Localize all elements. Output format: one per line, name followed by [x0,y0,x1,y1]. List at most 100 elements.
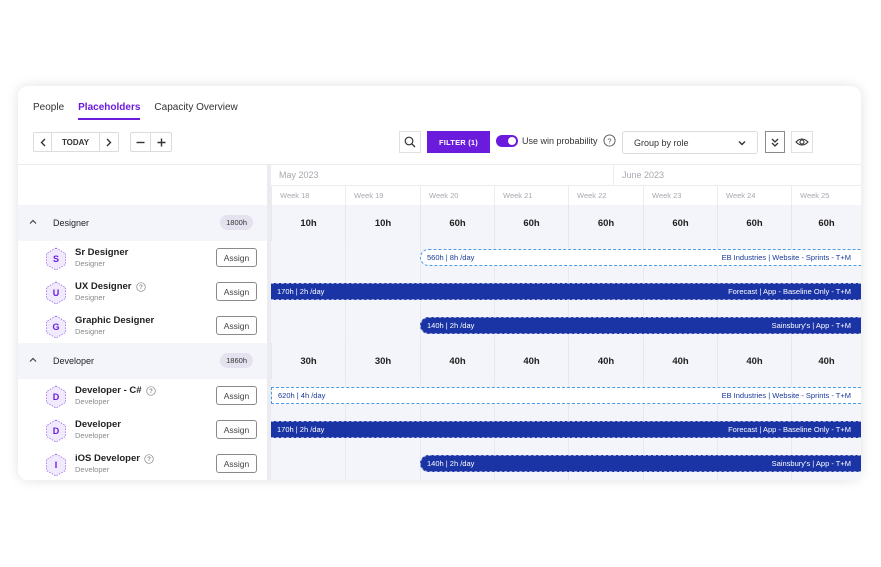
placeholder-info: IiOS Developer? Developer Assign [18,447,267,480]
allocation-bar[interactable]: 140h | 2h /day Sainsbury's | App - T+M [420,455,861,472]
allocation-bar[interactable]: 620h | 4h /day EB Industries | Website - … [271,387,861,404]
allocation-project: Forecast | App - Baseline Only - T+M [728,425,851,434]
date-navigation: TODAY [33,132,119,152]
allocation-project: Forecast | App - Baseline Only - T+M [728,287,851,296]
capacity-cell: 30h [271,343,345,379]
placeholder-name-wrap: Developer [75,419,121,430]
capacity-cell: 60h [791,205,861,241]
filter-button[interactable]: FILTER (1) [427,131,490,153]
group-name: Developer [53,356,95,366]
capacity-cell: 60h [420,205,494,241]
search-icon [404,136,416,148]
month-label: May 2023 [279,170,319,180]
week-label: Week 25 [791,186,861,205]
avatar: I [44,453,68,477]
next-button[interactable] [100,133,118,151]
placeholder-name: Developer [75,419,121,430]
placeholder-role: Developer [75,465,110,474]
week-label: Week 21 [494,186,568,205]
assign-button[interactable]: Assign [216,282,257,301]
allocation-bar[interactable]: 560h | 8h /day EB Industries | Website - … [420,249,861,266]
zoom-in-button[interactable] [151,133,171,151]
placeholder-timeline: 170h | 2h /day Forecast | App - Baseline … [271,413,861,447]
pane-divider[interactable] [267,164,271,480]
search-button[interactable] [399,131,421,153]
zoom-out-button[interactable] [131,133,151,151]
capacity-cell: 40h [494,343,568,379]
help-icon[interactable]: ? [145,385,156,396]
collapse-all-button[interactable] [765,131,785,153]
assign-button[interactable]: Assign [216,248,257,267]
view-tabs: People Placeholders Capacity Overview [33,102,238,120]
placeholder-timeline: 140h | 2h /day Sainsbury's | App - T+M [271,447,861,480]
tab-people[interactable]: People [33,102,64,120]
placeholder-info: U UX Designer? Designer Assign [18,275,267,309]
capacity-cell: 10h [345,205,420,241]
avatar: D [44,419,68,443]
avatar-initial: D [52,426,60,436]
avatar: U [44,281,68,305]
zoom-controls [130,132,172,152]
capacity-cell: 30h [345,343,420,379]
help-icon[interactable]: ? [603,134,616,147]
placeholder-row: IiOS Developer? Developer Assign 140h | 2h … [18,447,861,480]
capacity-cell: 40h [791,343,861,379]
win-probability-toggle[interactable] [496,135,518,147]
schedule-grid: May 2023 June 2023 Week 18 Week 19 Week 20… [18,164,861,480]
week-gridline [345,241,346,275]
placeholder-name: UX Designer [75,281,132,292]
tab-capacity-overview[interactable]: Capacity Overview [154,102,237,120]
week-label: Week 22 [568,186,643,205]
month-label: June 2023 [613,164,861,186]
assign-button[interactable]: Assign [216,454,257,473]
placeholder-timeline: 620h | 4h /day EB Industries | Website - … [271,379,861,413]
week-label: Week 19 [345,186,420,205]
placeholder-info: G Graphic Designer Designer Assign [18,309,267,343]
group-row-developer: Developer 1860h 30h 30h 40h 40h 40h 40h 40h 40h [18,343,861,379]
visibility-button[interactable] [791,131,813,153]
placeholder-role: Developer [75,397,110,406]
allocation-bar[interactable]: 140h | 2h /day Sainsbury's | App - T+M [420,317,861,334]
chevron-up-icon[interactable] [28,355,38,365]
placeholders-panel: People Placeholders Capacity Overview TO… [18,86,861,480]
avatar-initial: U [52,288,60,298]
assign-button[interactable]: Assign [216,386,257,405]
avatar-initial: G [52,322,60,332]
placeholder-row: S Sr Designer Designer Assign 560h | 8h /day… [18,241,861,275]
plus-icon [157,138,165,146]
tab-placeholders[interactable]: Placeholders [78,102,141,120]
allocation-project: EB Industries | Website - Sprints - T+M [721,391,851,400]
chevron-down-icon [738,141,746,146]
group-row-designer: Designer 1800h 10h 10h 60h 60h 60h 60h 60h 60h [18,205,861,241]
allocation-project: EB Industries | Website - Sprints - T+M [721,253,851,262]
allocation-bar[interactable]: 170h | 2h /day Forecast | App - Baseline … [271,283,861,300]
group-total-badge: 1860h [220,353,253,368]
allocation-hours: 620h | 4h /day [278,391,326,400]
allocation-bar[interactable]: 170h | 2h /day Forecast | App - Baseline … [271,421,861,438]
avatar: G [44,315,68,339]
today-button[interactable]: TODAY [52,133,100,151]
placeholder-name: Graphic Designer [75,315,155,326]
avatar-initial: D [52,392,60,402]
minus-icon [136,141,145,143]
help-icon[interactable]: ? [144,453,154,464]
assign-button[interactable]: Assign [216,316,257,335]
assign-button[interactable]: Assign [216,420,257,439]
help-icon[interactable]: ? [135,281,146,292]
placeholder-role: Designer [75,293,106,302]
placeholder-name-wrap: Sr Designer [75,247,128,258]
win-probability-label: Use win probability [522,136,598,146]
capacity-cell: 60h [568,205,643,241]
previous-button[interactable] [34,133,52,151]
placeholder-name-wrap: Developer - C#? [75,385,156,396]
week-label: Week 23 [643,186,717,205]
chevron-up-icon[interactable] [28,217,38,227]
capacity-cell: 40h [643,343,717,379]
allocation-hours: 560h | 8h /day [427,253,475,262]
avatar: S [44,247,68,271]
svg-text:?: ? [149,389,153,395]
placeholder-role: Designer [75,259,106,268]
avatar-initial: S [52,254,59,264]
group-by-select[interactable]: Group by role [622,131,758,154]
chevron-right-icon [106,138,112,146]
